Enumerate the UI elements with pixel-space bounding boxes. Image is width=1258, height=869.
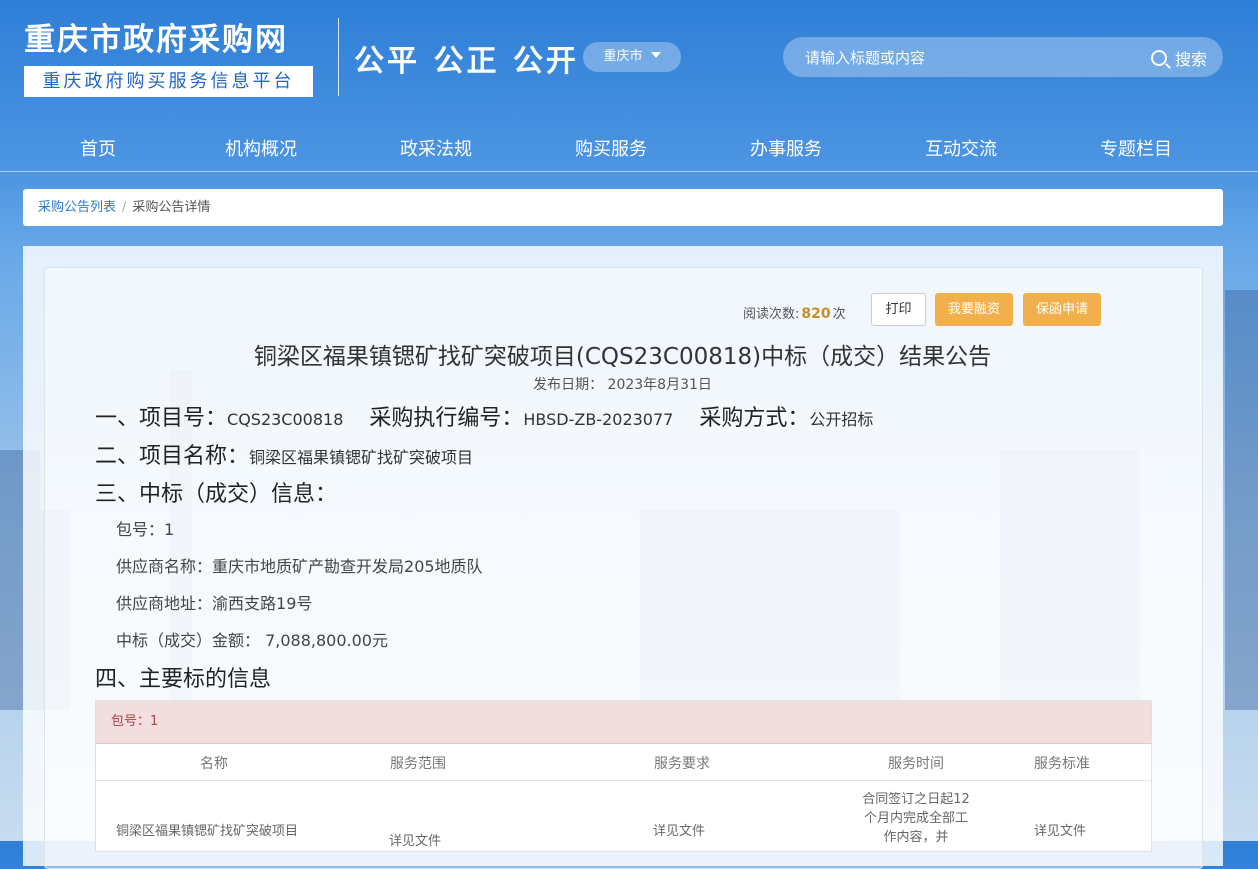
- search-button[interactable]: 搜索: [1150, 47, 1207, 69]
- guarantee-button[interactable]: 保函申请: [1023, 293, 1101, 326]
- site-logo-subtitle: 重庆政府购买服务信息平台: [24, 66, 313, 97]
- nav-item-regulations[interactable]: 政采法规: [400, 135, 472, 161]
- column-header-requirement: 服务要求: [654, 756, 710, 772]
- column-header-standard: 服务标准: [1034, 756, 1090, 772]
- section-project-name: 二、项目名称：铜梁区福果镇锶矿找矿突破项目: [95, 438, 473, 470]
- award-amount-row: 中标（成交）金额： 7,088,800.00元: [116, 627, 388, 651]
- supplier-address-label: 供应商地址：: [116, 594, 213, 613]
- nav-item-purchase-services[interactable]: 购买服务: [575, 135, 647, 161]
- project-number: CQS23C00818: [227, 410, 344, 429]
- nav-item-interaction[interactable]: 互动交流: [925, 135, 997, 161]
- exec-number-label: 采购执行编号：: [369, 406, 524, 431]
- print-button[interactable]: 打印: [871, 293, 926, 326]
- notice-title: 铜梁区福果镇锶矿找矿突破项目(CQS23C00818)中标（成交）结果公告: [253, 344, 992, 370]
- breadcrumb-separator: /: [122, 200, 127, 215]
- section-1-label: 一、项目号：: [95, 406, 228, 431]
- items-table: 包号：1 名称 服务范围 服务要求 服务时间 服务标准 铜梁区福果镇锶矿找矿突破…: [95, 700, 1152, 852]
- column-header-scope: 服务范围: [390, 756, 446, 772]
- supplier-name-row: 供应商名称：重庆市地质矿产勘查开发局205地质队: [116, 553, 483, 577]
- publish-date-label: 发布日期：: [533, 377, 604, 393]
- nav-item-topics[interactable]: 专题栏目: [1100, 135, 1172, 161]
- cell-requirement: 详见文件: [653, 824, 706, 839]
- procurement-method: 公开招标: [809, 410, 874, 429]
- table-header-divider: [96, 780, 1151, 781]
- breadcrumb: 采购公告列表 / 采购公告详情: [23, 189, 1223, 226]
- section-main-items: 四、主要标的信息: [95, 667, 272, 692]
- supplier-address: 渝西支路19号: [212, 594, 313, 613]
- read-count-value: 820: [801, 306, 831, 322]
- main-nav: 首页 机构概况 政采法规 购买服务 办事服务 互动交流 专题栏目: [0, 123, 1258, 172]
- cell-standard: 详见文件: [1034, 824, 1087, 839]
- publish-date-value: 2023年8月31日: [607, 377, 712, 393]
- supplier-name: 重庆市地质矿产勘查开发局205地质队: [212, 557, 483, 576]
- cell-scope: 详见文件: [389, 834, 442, 849]
- section-2-label: 二、项目名称：: [95, 444, 250, 469]
- section-project-number: 一、项目号：CQS23C00818 采购执行编号：HBSD-ZB-2023077 采…: [95, 400, 873, 432]
- package-number-label: 包号：: [116, 520, 165, 539]
- supplier-address-row: 供应商地址：渝西支路19号: [116, 590, 312, 614]
- site-header: 重庆市政府采购网 重庆政府购买服务信息平台 公平 公正 公开 重庆市 搜索 首页…: [0, 0, 1258, 172]
- exec-number: HBSD-ZB-2023077: [523, 410, 674, 429]
- nav-item-home[interactable]: 首页: [80, 135, 116, 161]
- award-amount-label: 中标（成交）金额：: [116, 631, 261, 650]
- financing-button[interactable]: 我要融资: [935, 293, 1013, 326]
- supplier-name-label: 供应商名称：: [116, 557, 213, 576]
- cell-name: 铜梁区福果镇锶矿找矿突破项目: [116, 824, 299, 839]
- header-divider: [338, 18, 339, 96]
- publish-date: 发布日期： 2023年8月31日: [44, 374, 1201, 394]
- read-count-unit: 次: [832, 307, 846, 322]
- section-award-info: 三、中标（成交）信息：: [95, 482, 338, 507]
- award-amount: 7,088,800.00元: [265, 631, 388, 650]
- cell-time: 合同签订之日起12个月内完成全部工作内容，并: [862, 792, 970, 845]
- package-number: 1: [164, 520, 175, 539]
- search-icon: [1150, 50, 1167, 66]
- column-header-time: 服务时间: [888, 756, 944, 772]
- city-selector[interactable]: 重庆市: [583, 42, 681, 72]
- column-header-name: 名称: [200, 756, 228, 772]
- read-count: 阅读次数: 820 次: [743, 303, 846, 322]
- nav-item-affairs[interactable]: 办事服务: [750, 135, 822, 161]
- search-bar: 搜索: [783, 37, 1223, 77]
- package-number-row: 包号：1: [116, 516, 174, 540]
- project-name: 铜梁区福果镇锶矿找矿突破项目: [249, 448, 474, 467]
- method-label: 采购方式：: [699, 406, 810, 431]
- city-selector-label: 重庆市: [603, 49, 643, 64]
- table-package-header: 包号：1: [96, 701, 1151, 744]
- nav-item-about[interactable]: 机构概况: [225, 135, 297, 161]
- search-button-label: 搜索: [1174, 50, 1207, 69]
- breadcrumb-current: 采购公告详情: [132, 200, 211, 215]
- header-slogan: 公平 公正 公开: [354, 44, 579, 79]
- chevron-down-icon: [650, 52, 661, 58]
- breadcrumb-link-notice-list[interactable]: 采购公告列表: [38, 200, 116, 215]
- search-input[interactable]: [803, 45, 1137, 71]
- site-logo-title[interactable]: 重庆市政府采购网: [24, 14, 288, 59]
- read-count-label: 阅读次数:: [743, 307, 800, 322]
